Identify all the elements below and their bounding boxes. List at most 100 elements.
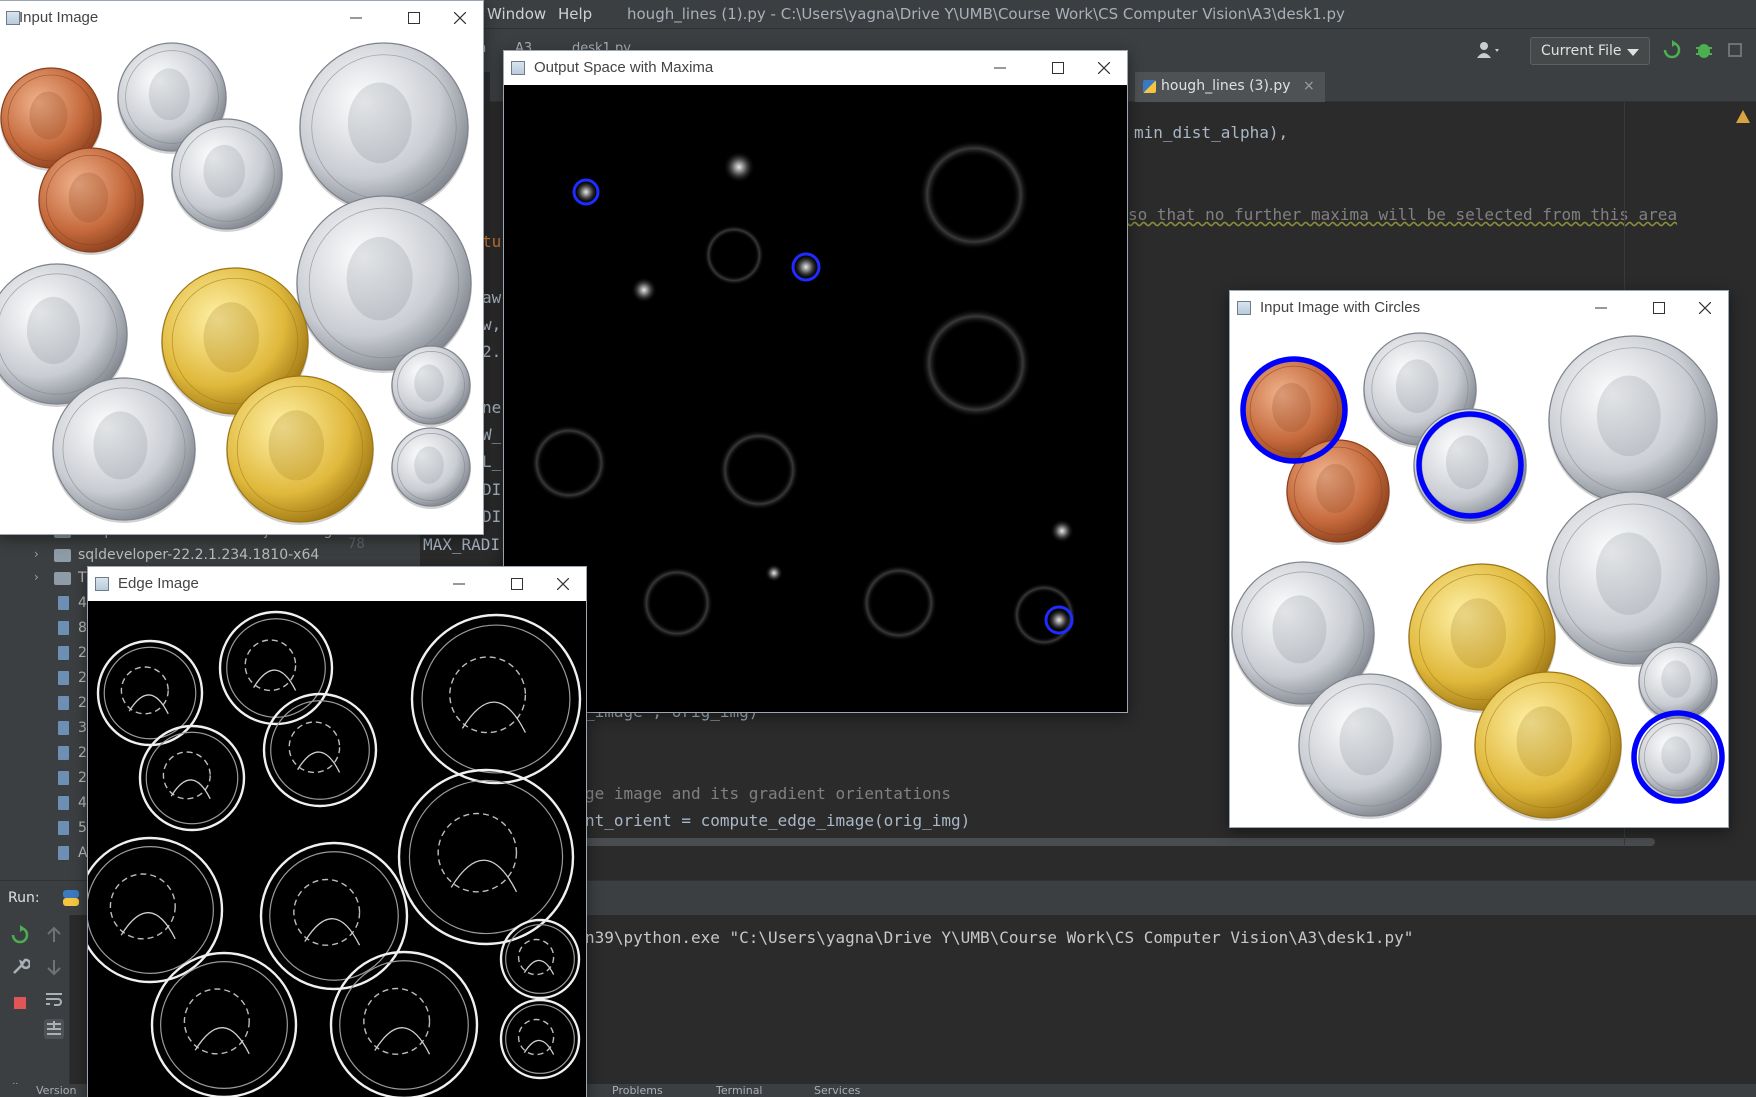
maximize-button[interactable] (1636, 295, 1682, 321)
window-edge-image[interactable]: Edge Image (87, 566, 587, 1097)
close-button[interactable] (437, 5, 483, 31)
tree-item-label: 2 (78, 745, 87, 761)
edge-svg (88, 610, 582, 1097)
file-icon (58, 821, 69, 835)
run-configuration-select[interactable]: Current File (1530, 37, 1650, 65)
minimize-button[interactable] (977, 55, 1023, 81)
coin-dime (391, 345, 471, 427)
close-button[interactable] (1081, 55, 1127, 81)
window-titlebar[interactable]: Edge Image (88, 567, 586, 601)
scroll-to-end-icon[interactable] (44, 1019, 64, 1039)
coin-nickel-monticello (171, 118, 283, 232)
close-icon (1098, 62, 1110, 74)
tree-item-label: 2 (78, 770, 87, 786)
coins-image (0, 35, 483, 534)
console-output: n39\python.exe "C:\Users\yagna\Drive Y\U… (585, 928, 1414, 947)
coins-with-circles-image (1230, 325, 1728, 827)
file-icon (58, 596, 69, 610)
run-configuration-label: Current File (1541, 43, 1622, 59)
minimize-button[interactable] (1578, 295, 1624, 321)
tree-item-label: 2 (78, 695, 87, 711)
maximize-icon (1052, 62, 1064, 74)
coverage-icon[interactable] (1726, 40, 1746, 60)
warning-icon[interactable] (1736, 110, 1750, 123)
window-titlebar[interactable]: Output Space with Maxima (504, 51, 1127, 85)
user-icon[interactable] (1476, 40, 1499, 60)
tree-item[interactable]: › sqldeveloper-22.2.1.234.1810-x64 (0, 544, 340, 568)
tree-item-label: sqldeveloper-22.2.1.234.1810-x64 (78, 547, 320, 563)
coin-penny-shield (38, 147, 144, 255)
minimize-button[interactable] (436, 571, 482, 597)
minimize-icon (1595, 307, 1607, 309)
coin-nickel-monticello (262, 692, 378, 808)
chevron-right-icon[interactable]: › (34, 547, 39, 561)
accumulator-rings (531, 140, 1076, 647)
debug-icon[interactable] (1694, 40, 1714, 60)
stop-icon[interactable] (10, 993, 30, 1013)
accumulator-image (504, 85, 1127, 712)
minimize-icon (994, 67, 1006, 69)
tree-item-label: 2 (78, 645, 87, 661)
folder-icon (54, 572, 71, 585)
window-titlebar[interactable]: Input Image (0, 1, 483, 35)
maximize-icon (1653, 302, 1665, 314)
coin-quarter-reverse (52, 377, 196, 523)
rerun-icon[interactable] (10, 925, 30, 945)
status-terminal[interactable]: Terminal (716, 1084, 763, 1097)
coin-penny (96, 639, 204, 747)
app-icon (6, 11, 20, 25)
status-version[interactable]: Version (36, 1084, 76, 1097)
coin-dime-reverse (1638, 717, 1718, 799)
arrow-down-icon[interactable] (44, 957, 64, 977)
horizontal-scrollbar[interactable] (560, 838, 1655, 846)
file-icon (58, 671, 69, 685)
coin-half-dollar (299, 42, 469, 214)
run-label: Run: (8, 890, 40, 906)
maximize-button[interactable] (494, 571, 540, 597)
window-output-maxima[interactable]: Output Space with Maxima (503, 50, 1128, 713)
maximize-button[interactable] (1035, 55, 1081, 81)
coin-quarter-reverse (150, 951, 298, 1097)
coin-nickel-monticello (1413, 408, 1527, 524)
app-icon (95, 577, 109, 591)
soft-wrap-icon[interactable] (44, 989, 64, 1009)
coin-penny-shield (1286, 439, 1390, 545)
minimize-button[interactable] (333, 5, 379, 31)
coins-svg (0, 42, 472, 525)
file-icon (58, 721, 69, 735)
window-input-with-circles[interactable]: Input Image with Circles (1229, 290, 1729, 828)
coin-half-dollar-reverse (296, 195, 472, 373)
menu-help[interactable]: Help (558, 5, 592, 23)
status-problems[interactable]: Problems (612, 1084, 663, 1097)
wrench-icon[interactable] (10, 957, 32, 977)
close-button[interactable] (1682, 295, 1728, 321)
run-toolbar-secondary (40, 915, 70, 1097)
rerun-icon[interactable] (1662, 40, 1682, 60)
code-fragment: DI (482, 507, 502, 526)
close-button[interactable] (540, 571, 586, 597)
menu-window[interactable]: Window (487, 5, 546, 23)
code-fragment: ne (482, 398, 502, 417)
accumulator-svg (531, 140, 1076, 647)
python-file-icon (1143, 80, 1156, 93)
status-services[interactable]: Services (814, 1084, 860, 1097)
file-icon (58, 621, 69, 635)
close-icon[interactable]: × (1303, 78, 1315, 94)
code-comment: so that no further maxima will be select… (1128, 205, 1678, 224)
arrow-up-icon[interactable] (44, 925, 64, 945)
maximize-button[interactable] (391, 5, 437, 31)
minimize-icon (453, 583, 465, 585)
coin-dollar-reverse (329, 950, 479, 1097)
window-titlebar[interactable]: Input Image with Circles (1230, 291, 1728, 325)
window-input-image[interactable]: Input Image (0, 0, 484, 535)
tree-item-label: 8 (78, 620, 87, 636)
window-title: Input Image (19, 9, 99, 26)
chevron-right-icon[interactable]: › (34, 570, 39, 584)
tab-hough-lines-3[interactable]: hough_lines (3).py × (1135, 72, 1325, 102)
maximize-icon (511, 578, 523, 590)
code-fragment: aw (482, 288, 502, 307)
code-fragment: tu (482, 232, 502, 251)
code-fragment: W_ (482, 425, 502, 444)
code-line: nt_orient = compute_edge_image(orig_img) (585, 811, 971, 830)
coin-half-dollar-reverse (397, 768, 575, 946)
